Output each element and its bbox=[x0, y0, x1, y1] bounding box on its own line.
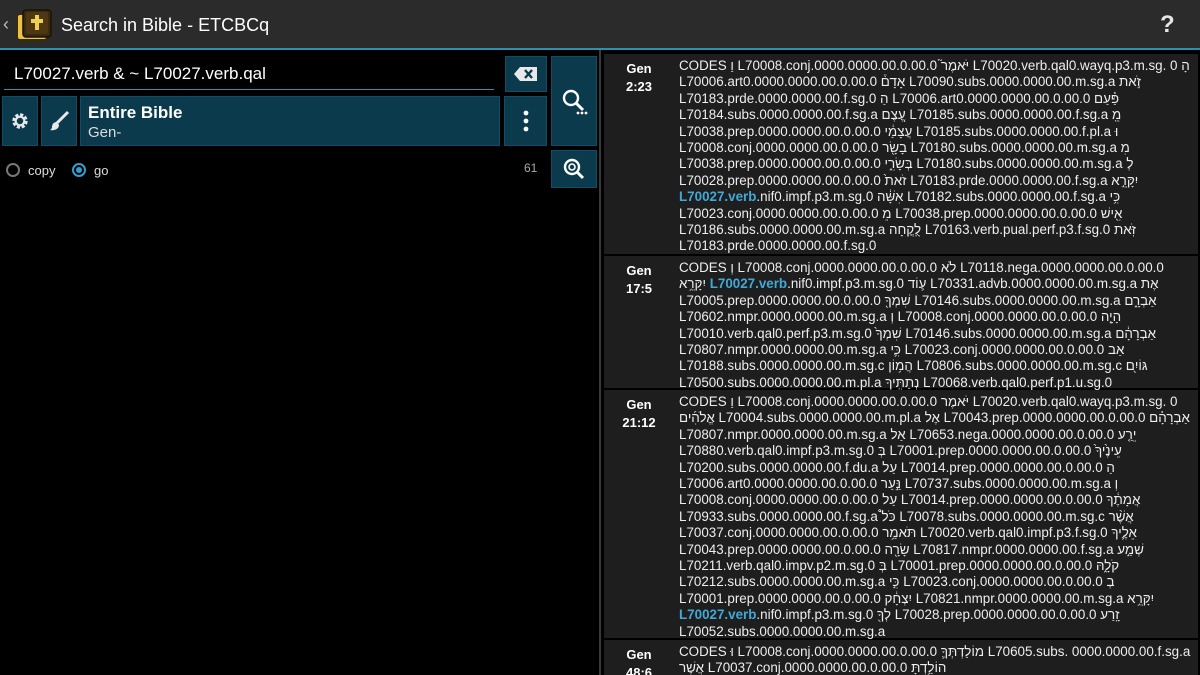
search-magnifier-icon bbox=[563, 158, 585, 180]
verse-text-after: .nif0.impf.p3.m.sg.0 ע֛וֹד L70331.advb.0… bbox=[679, 276, 1159, 390]
search-field-wrap bbox=[4, 56, 498, 90]
radio-go[interactable]: go bbox=[72, 162, 108, 178]
verse-codes: CODES וַ L70008.conj.0000.0000.00.0.00.0… bbox=[679, 394, 1194, 640]
verse-book: Gen bbox=[626, 397, 652, 412]
help-icon[interactable]: ? bbox=[1160, 11, 1175, 39]
result-item[interactable]: Gen 48:6 CODES וּ L70008.conj.0000.0000.… bbox=[604, 640, 1198, 675]
panel-divider bbox=[599, 50, 601, 675]
verse-text: CODES וַ L70008.conj.0000.0000.00.0.00.0… bbox=[679, 394, 1190, 606]
results-list[interactable]: Gen 2:23 CODES וַ L70008.conj.0000.0000.… bbox=[602, 50, 1200, 675]
verse-number: 17:5 bbox=[625, 281, 653, 296]
more-vertical-icon bbox=[523, 110, 528, 132]
radio-copy[interactable]: copy bbox=[6, 162, 55, 178]
verse-text: CODES וַ L70008.conj.0000.0000.00.0.00.0… bbox=[679, 58, 1190, 188]
brush-button[interactable] bbox=[41, 96, 77, 146]
result-item[interactable]: Gen 17:5 CODES וְ L70008.conj.0000.0000.… bbox=[604, 256, 1198, 391]
radio-go-label: go bbox=[94, 162, 109, 178]
result-count: 61 bbox=[524, 161, 538, 175]
chevron-left-icon[interactable]: ‹ bbox=[3, 14, 9, 35]
match-highlight: L70027.verb bbox=[679, 189, 757, 205]
verse-codes: CODES וַ L70008.conj.0000.0000.00.0.00.0… bbox=[679, 58, 1194, 255]
search-input[interactable] bbox=[4, 56, 494, 90]
bible-book-icon[interactable] bbox=[14, 5, 54, 45]
result-item[interactable]: Gen 21:12 CODES וַ L70008.conj.0000.0000… bbox=[604, 390, 1198, 640]
radio-copy-dot[interactable] bbox=[6, 163, 20, 177]
search-button[interactable] bbox=[551, 56, 597, 146]
brush-icon bbox=[50, 110, 70, 131]
result-item[interactable]: Gen 2:23 CODES וַ L70008.conj.0000.0000.… bbox=[604, 54, 1198, 254]
verse-book: Gen bbox=[626, 647, 652, 662]
verse-reference: Gen 48:6 bbox=[604, 646, 674, 675]
verse-number: 48:6 bbox=[625, 665, 653, 675]
verse-number: 2:23 bbox=[625, 79, 653, 94]
radio-copy-label: copy bbox=[28, 162, 56, 178]
verse-book: Gen bbox=[626, 263, 652, 278]
search-again-button[interactable] bbox=[551, 150, 597, 188]
backspace-icon bbox=[514, 67, 537, 81]
radio-go-dot[interactable] bbox=[72, 163, 86, 177]
scope-selector[interactable]: Entire Bible Gen- bbox=[80, 96, 500, 146]
settings-button[interactable] bbox=[2, 96, 38, 146]
app-bar: ‹ Search in Bible - ETCBCq ? bbox=[0, 0, 1200, 50]
verse-reference: Gen 2:23 bbox=[604, 60, 674, 96]
search-icon bbox=[562, 89, 588, 115]
clear-search-button[interactable] bbox=[505, 56, 547, 92]
scope-title: Entire Bible bbox=[88, 103, 183, 122]
more-options-button[interactable] bbox=[504, 96, 547, 146]
verse-book: Gen bbox=[626, 61, 652, 76]
gear-icon bbox=[12, 113, 28, 129]
verse-number: 21:12 bbox=[622, 415, 656, 430]
verse-reference: Gen 17:5 bbox=[604, 262, 674, 298]
verse-text: CODES וּ L70008.conj.0000.0000.00.0.00.0… bbox=[679, 644, 1191, 675]
match-highlight: L70027.verb bbox=[679, 607, 757, 623]
verse-reference: Gen 21:12 bbox=[604, 396, 674, 432]
scope-subtitle: Gen- bbox=[88, 124, 122, 141]
match-highlight: L70027.verb bbox=[709, 276, 788, 292]
verse-codes: CODES וּ L70008.conj.0000.0000.00.0.00.0… bbox=[679, 644, 1194, 675]
page-title: Search in Bible - ETCBCq bbox=[61, 15, 270, 35]
verse-codes: CODES וְ L70008.conj.0000.0000.00.0.00.0… bbox=[679, 260, 1194, 391]
